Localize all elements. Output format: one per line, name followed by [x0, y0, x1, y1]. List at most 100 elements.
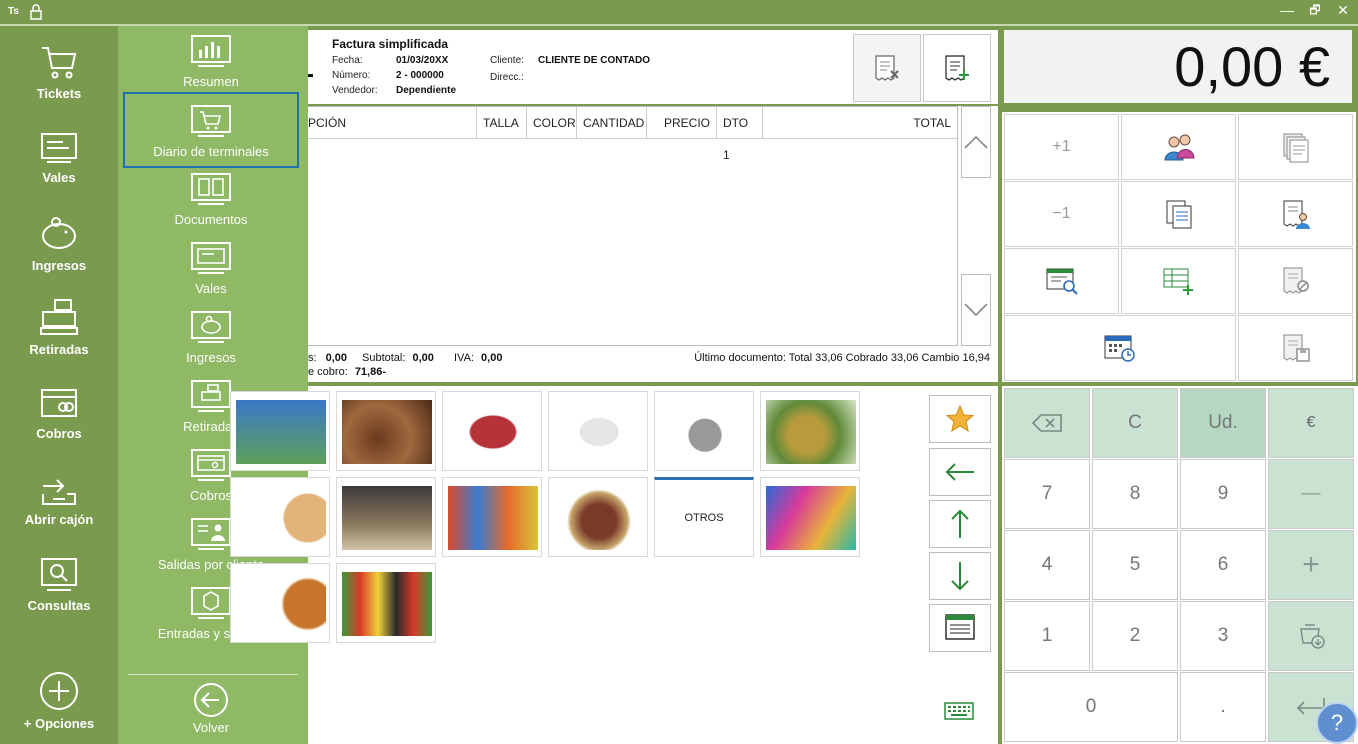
- arrow-left-icon: [945, 463, 974, 481]
- column-header: COLOR: [527, 107, 577, 139]
- rail-item-abrir-cajon[interactable]: Abrir cajón: [0, 472, 118, 552]
- restore-button[interactable]: 🗗: [1302, 0, 1328, 22]
- key-8[interactable]: 8: [1092, 459, 1178, 529]
- key-5[interactable]: 5: [1092, 530, 1178, 600]
- rail-item-cobros[interactable]: Cobros: [0, 386, 118, 466]
- cancel-document-button[interactable]: [853, 34, 921, 102]
- key-0[interactable]: 0: [1004, 672, 1178, 742]
- calendar-button[interactable]: [1004, 315, 1236, 381]
- client-ticket-button[interactable]: [1238, 181, 1353, 247]
- product-tile[interactable]: [336, 391, 436, 471]
- product-tile[interactable]: [230, 477, 330, 557]
- minimize-button[interactable]: —: [1274, 0, 1300, 22]
- rail-item-opciones[interactable]: + Opciones: [0, 670, 118, 744]
- stacked-documents-icon: [1283, 133, 1308, 163]
- keyboard-icon[interactable]: [944, 702, 974, 725]
- totals-bar: s: 0,00 Subtotal: 0,00 IVA: 0,00 e cobro…: [308, 346, 998, 382]
- lock-icon[interactable]: [29, 4, 43, 25]
- key-2[interactable]: 2: [1092, 601, 1178, 671]
- cart-icon: [42, 47, 77, 79]
- arrow-down-icon: [951, 562, 969, 591]
- rail-item-tickets[interactable]: Tickets: [0, 42, 118, 122]
- euro-mode-button[interactable]: €: [1268, 388, 1354, 458]
- product-tile[interactable]: [654, 391, 754, 471]
- decimal-key[interactable]: .: [1180, 672, 1266, 742]
- scale-button[interactable]: [1268, 601, 1354, 671]
- save-ticket-button[interactable]: [1238, 315, 1353, 381]
- submenu-item-diario-terminales[interactable]: Diario de terminales: [123, 92, 299, 168]
- delete-document-icon: [875, 55, 899, 81]
- key-6[interactable]: 6: [1180, 530, 1266, 600]
- document-client[interactable]: CLIENTE DE CONTADO: [538, 55, 650, 66]
- grid-scroll: [958, 106, 998, 346]
- subtotal-value: 0,00: [412, 352, 434, 364]
- column-header: PRECIO: [647, 107, 717, 139]
- plus-button[interactable]: +: [1268, 530, 1354, 600]
- back-button[interactable]: Volver: [123, 682, 299, 744]
- voucher-icon: [191, 242, 231, 274]
- units-mode-button[interactable]: Ud.: [1180, 388, 1266, 458]
- piggy-bank-icon: [191, 311, 231, 343]
- cash-register-icon: [191, 380, 231, 412]
- page-down-button[interactable]: [929, 552, 991, 600]
- documents-button[interactable]: [1238, 114, 1353, 180]
- submenu-item-vales[interactable]: Vales: [123, 241, 299, 311]
- box-icon: [191, 587, 231, 619]
- ticket-lines-table[interactable]: PCIÓN TALLA COLOR CANTIDAD PRECIO DTO 1 …: [308, 106, 958, 346]
- product-tile[interactable]: [442, 477, 542, 557]
- submenu-item-ingresos[interactable]: Ingresos: [123, 310, 299, 380]
- product-tile[interactable]: [548, 477, 648, 557]
- star-icon: [945, 404, 975, 433]
- ticket-user-icon: [1283, 200, 1310, 229]
- rail-item-vales[interactable]: Vales: [0, 130, 118, 210]
- clear-button[interactable]: C: [1092, 388, 1178, 458]
- plus-circle-icon: [40, 672, 78, 710]
- rail-item-consultas[interactable]: Consultas: [0, 556, 118, 636]
- key-1[interactable]: 1: [1004, 601, 1090, 671]
- product-tile[interactable]: [336, 563, 436, 643]
- add-line-button[interactable]: [1121, 248, 1236, 314]
- rail-item-retiradas[interactable]: Retiradas: [0, 298, 118, 378]
- new-document-icon: [945, 55, 969, 81]
- page-up-button[interactable]: [929, 500, 991, 548]
- product-tile[interactable]: [230, 563, 330, 643]
- chevron-up-icon: [964, 135, 988, 149]
- minus-one-button[interactable]: −1: [1004, 181, 1119, 247]
- copy-document-button[interactable]: [1121, 181, 1236, 247]
- product-tile[interactable]: [548, 391, 648, 471]
- product-tile[interactable]: [760, 477, 860, 557]
- close-button[interactable]: ✕: [1330, 0, 1356, 22]
- ticket-save-icon: [1283, 334, 1310, 362]
- product-list-button[interactable]: [929, 604, 991, 652]
- backspace-button[interactable]: [1004, 388, 1090, 458]
- product-tile[interactable]: [230, 391, 330, 471]
- new-document-button[interactable]: [923, 34, 991, 102]
- product-tile[interactable]: [760, 391, 860, 471]
- key-4[interactable]: 4: [1004, 530, 1090, 600]
- open-drawer-icon: [42, 479, 76, 505]
- scroll-down-button[interactable]: [961, 274, 991, 346]
- select-client-button[interactable]: [1121, 114, 1236, 180]
- minus-button[interactable]: —: [1268, 459, 1354, 529]
- main-navigation: Tickets Vales Ingresos Retiradas Cobros …: [0, 26, 118, 744]
- key-9[interactable]: 9: [1180, 459, 1266, 529]
- favorites-button[interactable]: [929, 395, 991, 443]
- back-arrow-button[interactable]: [929, 448, 991, 496]
- key-7[interactable]: 7: [1004, 459, 1090, 529]
- submenu-item-documentos[interactable]: Documentos: [123, 172, 299, 242]
- document-seller[interactable]: Dependiente: [396, 85, 456, 96]
- rail-item-ingresos[interactable]: Ingresos: [0, 214, 118, 294]
- voucher-icon: [41, 133, 77, 163]
- document-date: 01/03/20XX: [396, 55, 449, 66]
- product-tile[interactable]: [336, 477, 436, 557]
- search-lines-button[interactable]: [1004, 248, 1119, 314]
- key-3[interactable]: 3: [1180, 601, 1266, 671]
- plus-one-button[interactable]: +1: [1004, 114, 1119, 180]
- help-button[interactable]: ?: [1316, 702, 1358, 744]
- cancel-ticket-button[interactable]: [1238, 248, 1353, 314]
- scroll-up-button[interactable]: [961, 106, 991, 178]
- cart-icon: [191, 105, 231, 137]
- product-tile-otros[interactable]: OTROS: [654, 477, 754, 557]
- product-tile[interactable]: [442, 391, 542, 471]
- iva-value: 0,00: [481, 352, 503, 364]
